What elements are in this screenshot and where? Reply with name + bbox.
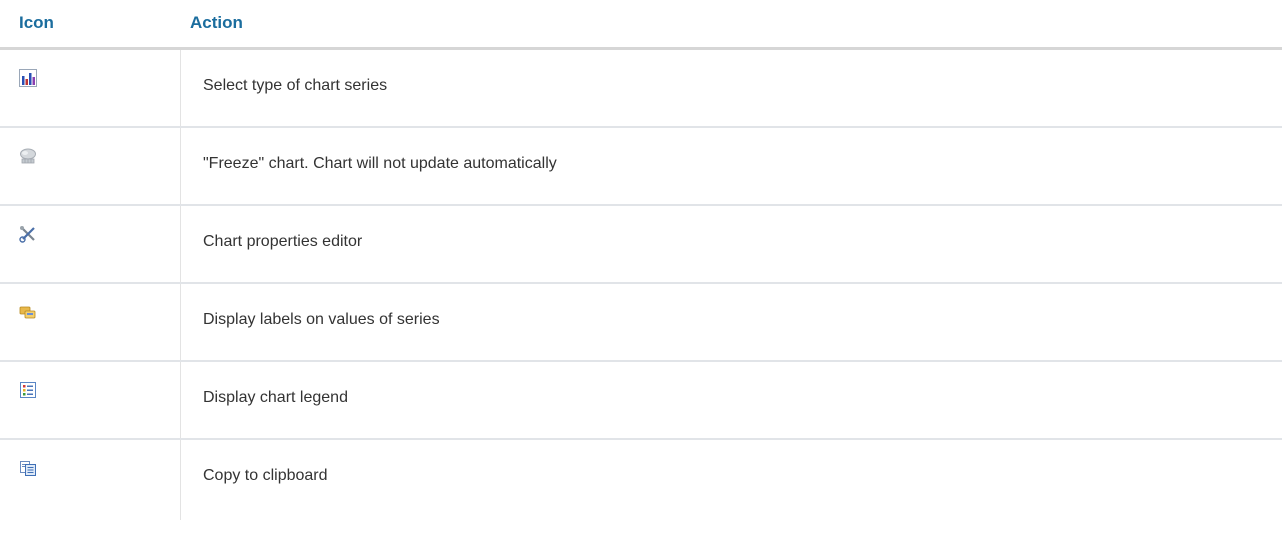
- copy-clipboard-icon: [19, 459, 37, 477]
- cell-divider: [180, 284, 181, 360]
- column-header-action: Action: [190, 13, 243, 32]
- table-row: Chart properties editor: [0, 206, 1282, 284]
- action-label: Select type of chart series: [203, 77, 388, 94]
- column-header-icon: Icon: [19, 13, 54, 32]
- table-row: Display chart legend: [0, 362, 1282, 440]
- cell-divider: [180, 206, 181, 282]
- action-label: "Freeze" chart. Chart will not update au…: [203, 155, 557, 172]
- action-label: Chart properties editor: [203, 233, 363, 250]
- action-label: Display chart legend: [203, 389, 348, 406]
- table-row: Select type of chart series: [0, 50, 1282, 128]
- toolbar-actions-table: Icon Action Select type of chart series: [0, 0, 1282, 520]
- action-label: Copy to clipboard: [203, 467, 328, 484]
- table-header: Icon Action: [0, 0, 1282, 50]
- freeze-chart-icon: [19, 147, 37, 165]
- action-label: Display labels on values of series: [203, 311, 440, 328]
- table-row: Display labels on values of series: [0, 284, 1282, 362]
- table-row: Copy to clipboard: [0, 440, 1282, 520]
- cell-divider: [180, 440, 181, 520]
- chart-series-type-icon: [19, 69, 37, 87]
- cell-divider: [180, 128, 181, 204]
- cell-divider: [180, 50, 181, 126]
- cell-divider: [180, 362, 181, 438]
- properties-editor-icon: [19, 225, 37, 243]
- table-row: "Freeze" chart. Chart will not update au…: [0, 128, 1282, 206]
- chart-legend-icon: [19, 381, 37, 399]
- series-labels-icon: [19, 303, 37, 321]
